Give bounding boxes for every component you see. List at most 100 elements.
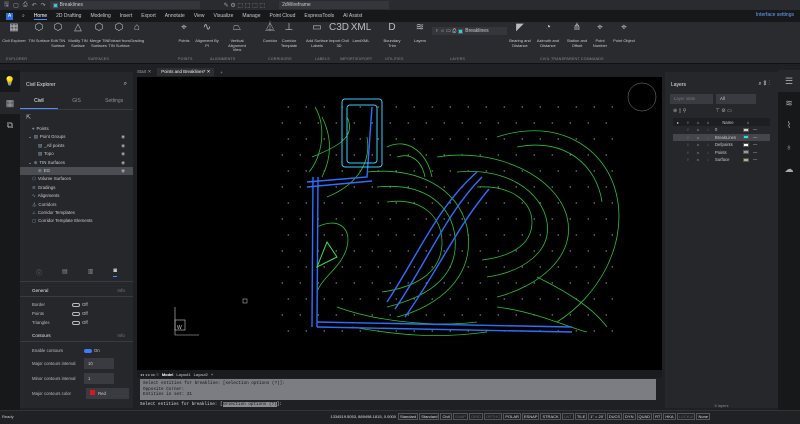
tab-gis[interactable]: GIS xyxy=(58,96,96,109)
info-dropdown[interactable]: Info xyxy=(117,333,125,338)
layer-tool-icons[interactable]: ⊕ ▯ ⚲ ⊤ ⚙ ▭ xyxy=(665,104,778,118)
sun-icon[interactable]: ☼ xyxy=(693,157,703,162)
menu-tab-visualize[interactable]: Visualize xyxy=(214,13,234,20)
sun-icon[interactable]: ☼ xyxy=(693,142,703,147)
menu-tab-insert[interactable]: Insert xyxy=(120,13,133,20)
search-icon[interactable]: ⌕ xyxy=(22,13,25,19)
major-color-select[interactable]: Red xyxy=(86,388,129,399)
contours-section[interactable]: Contours xyxy=(32,333,51,338)
linetype[interactable]: — xyxy=(753,142,757,147)
general-section[interactable]: General xyxy=(32,288,48,293)
menu-tab-expresstools[interactable]: ExpressTools xyxy=(304,13,334,20)
ribbon-import-civil-3d-button[interactable]: C3D Import Civil 3D xyxy=(327,23,351,48)
layer-color-swatch[interactable] xyxy=(743,142,749,147)
linetype[interactable]: — xyxy=(753,127,757,132)
status-standard[interactable]: Standard xyxy=(419,413,440,420)
status-ducs[interactable]: DUCS xyxy=(606,413,623,420)
lock-icon[interactable]: ⌂ xyxy=(703,142,713,147)
app-logo[interactable]: A xyxy=(6,12,13,20)
status-tile[interactable]: TILE xyxy=(574,413,588,420)
name-column-header[interactable]: Name xyxy=(713,120,743,125)
lightbulb-icon[interactable]: 💡 xyxy=(0,70,20,92)
chevron-down-icon[interactable]: ⌄ xyxy=(28,159,32,167)
tab-layout1[interactable]: Layout1 xyxy=(176,372,190,377)
tree-item-corridors[interactable]: ⏅ Corridors xyxy=(20,201,133,209)
bulb-icon[interactable]: ♀ xyxy=(683,127,693,132)
tree-item-corridor-template-elements[interactable]: ▢ Corridor Template Elements xyxy=(20,217,133,225)
sun-icon[interactable]: ☼ xyxy=(693,127,703,132)
lock-icon[interactable]: ⌂ xyxy=(703,135,713,140)
attachments-icon[interactable]: ⌇ xyxy=(778,114,800,136)
sun-icon[interactable]: ☼ xyxy=(693,150,703,155)
save-icon[interactable]: 🖫 xyxy=(4,0,9,10)
menu-tab-export[interactable]: Export xyxy=(141,13,155,20)
layer-row[interactable]: ♀ ☼ ⌂ Surface — xyxy=(673,156,770,164)
tab-model[interactable]: Model xyxy=(162,372,174,377)
layer-row[interactable]: ♀ ☼ ⌂ Points — xyxy=(673,149,770,157)
command-line[interactable]: Select entities for breakline: [selectio… xyxy=(140,402,282,407)
minor-interval-input[interactable]: 1 xyxy=(84,373,114,384)
interface-settings-link[interactable]: Interface settings xyxy=(756,12,794,18)
tree-item-_all-points[interactable]: ▧ _All points ◉ xyxy=(20,142,133,150)
ribbon-landxml-button[interactable]: XML LandXML xyxy=(349,23,373,44)
ribbon-grading-button[interactable]: ⌂ Grading xyxy=(125,23,149,44)
menu-tab-annotate[interactable]: Annotate xyxy=(165,13,185,20)
menu-tab-point-cloud[interactable]: Point Cloud xyxy=(270,13,296,20)
menu-tab-modeling[interactable]: Modeling xyxy=(90,13,110,20)
visibility-eye-icon[interactable]: ◉ xyxy=(121,167,125,175)
info-dropdown[interactable]: Info xyxy=(117,288,125,293)
major-interval-input[interactable]: 10 xyxy=(84,358,114,369)
status-standard[interactable]: Standard xyxy=(398,413,419,420)
bulb-icon[interactable]: ♀ xyxy=(683,142,693,147)
status-esnap[interactable]: ESNAP xyxy=(521,413,540,420)
ribbon-azimuth-and-distance-button[interactable]: ◔ Azimuth and Distance xyxy=(536,23,560,48)
tree-item-point-groups[interactable]: ⌄ ▧ Point Groups ◉ xyxy=(20,133,133,141)
ribbon-point-object-button[interactable]: ⌖ Point Object xyxy=(612,23,636,44)
civil-explorer-icon[interactable]: ▦ xyxy=(0,92,20,114)
tab-points-and-breaklines[interactable]: Points and Breaklines* ✕ xyxy=(157,68,215,76)
sun-icon[interactable]: ☼ xyxy=(693,135,703,140)
tool-icons[interactable]: ✎ ⚙ ⬚ ⬚ ⬚ ⬚ xyxy=(224,2,265,9)
layer-row[interactable]: ♀ ☼ ⌂ 0 — xyxy=(673,126,770,134)
layer-color-swatch[interactable] xyxy=(743,157,749,162)
linetype[interactable]: — xyxy=(753,157,757,162)
tree-item-eg[interactable]: ⊕ EG ◉ xyxy=(20,166,133,176)
selection-options-link[interactable]: selection options (?) xyxy=(222,402,277,407)
tree-item-alignments[interactable]: ∿ Alignments xyxy=(20,192,133,200)
points-toggle[interactable] xyxy=(72,311,80,316)
search-icon[interactable]: ⌕ xyxy=(124,81,127,88)
panel-menu-icons[interactable]: ⌕ ⇕ ⋮ xyxy=(758,81,770,88)
ribbon-station-and-offset-button[interactable]: ⋔ Station and Offset xyxy=(565,23,589,48)
chevron-down-icon[interactable]: ⌄ xyxy=(28,133,32,141)
status-quad[interactable]: QUAD xyxy=(636,413,653,420)
layer-row[interactable]: ♀ ☼ ⌂ Defpoints — xyxy=(673,141,770,149)
tab-layout2[interactable]: Layout2 xyxy=(194,372,208,377)
ribbon-bearing-and-distance-button[interactable]: ◤ Bearing and Distance xyxy=(508,23,532,48)
status-grid[interactable]: GRID xyxy=(468,413,483,420)
ribbon-layer-dropdown[interactable]: ♀ ☼ ▭ ⎙ Breaklines xyxy=(432,27,507,35)
tree-item-volume-surfaces[interactable]: ⬡ Volume Surfaces xyxy=(20,175,133,183)
visibility-eye-icon[interactable]: ◉ xyxy=(121,159,125,167)
ribbon-vertical-alignment-view-button[interactable]: ⏢ Vertical Alignment View xyxy=(225,23,249,53)
menu-tab-home[interactable]: Home xyxy=(33,13,48,20)
menu-tab-2d-drafting[interactable]: 2D Drafting xyxy=(56,13,81,20)
status-lwt[interactable]: LWT xyxy=(561,413,574,420)
linetype[interactable]: — xyxy=(753,150,757,155)
status-rt[interactable]: RT xyxy=(653,413,663,420)
doc-tab-icon[interactable]: ▤ xyxy=(62,268,68,277)
layer-color-swatch[interactable] xyxy=(743,150,749,155)
ribbon-points-button[interactable]: ⌖ Points xyxy=(172,23,196,44)
lock-icon[interactable]: ⌂ xyxy=(703,150,713,155)
camera-tab-icon[interactable]: ◙ xyxy=(113,268,117,277)
layer-row[interactable]: ♀ ☼ ⌂ BreakLines — xyxy=(673,133,770,141)
nav-arrows[interactable]: ◂◂ ◂ ▸ ▸▸ ≡ xyxy=(140,372,159,377)
pick-icon[interactable]: ⇱ xyxy=(20,110,133,125)
tree-item-topo[interactable]: ▧ Topo ◉ xyxy=(20,150,133,158)
linetype[interactable]: — xyxy=(753,135,757,140)
visual-style-dropdown[interactable]: 2dWireframe xyxy=(279,1,390,9)
ribbon-point-number-button[interactable]: ⌖ Point Number xyxy=(588,23,612,48)
tree-item-points[interactable]: ⌖ Points xyxy=(20,125,133,133)
redo-icon[interactable]: ↷ xyxy=(41,2,46,9)
status-none[interactable]: None xyxy=(696,413,711,420)
status-ortho[interactable]: ORTHO xyxy=(483,413,503,420)
